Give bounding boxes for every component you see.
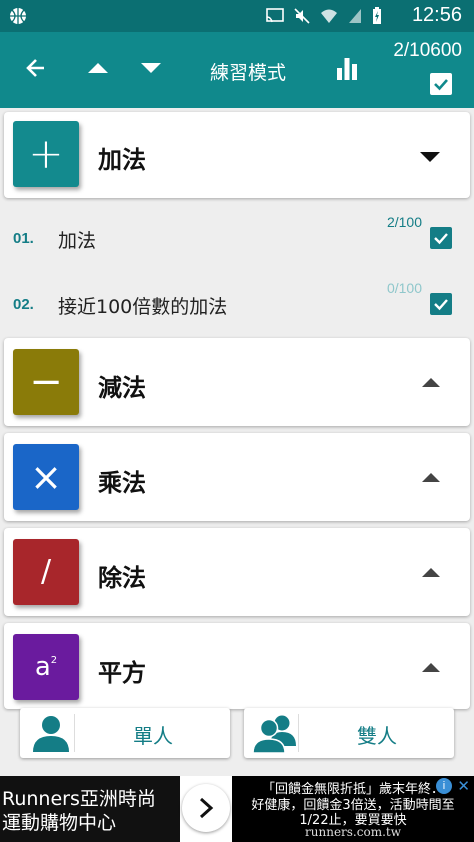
move-down-icon — [141, 63, 161, 73]
ad-url: runners.com.tw — [305, 825, 401, 839]
app-bar: 練習模式 2/10600 — [0, 32, 474, 108]
item-number: 02. — [13, 296, 34, 313]
item-progress: 0/100 — [386, 280, 422, 296]
category-square[interactable]: a2 平方 — [4, 623, 470, 709]
progress-counter: 2/10600 — [393, 40, 462, 61]
chevron-up-icon[interactable] — [422, 473, 440, 482]
divider — [74, 714, 75, 752]
chevron-up-icon[interactable] — [422, 568, 440, 577]
back-button[interactable] — [16, 48, 56, 88]
square-icon: a2 — [13, 634, 79, 700]
item-label: 接近100倍數的加法 — [58, 296, 228, 318]
stats-icon — [337, 58, 357, 80]
single-player-button[interactable]: 單人 — [20, 708, 230, 758]
mute-icon — [294, 8, 310, 24]
category-title: 平方 — [98, 659, 146, 687]
list-item[interactable]: 02. 接近100倍數的加法 0/100 — [0, 272, 474, 336]
basketball-icon — [10, 8, 26, 24]
stats-button[interactable] — [327, 48, 367, 88]
wifi-icon — [321, 9, 337, 23]
item-checkbox[interactable] — [430, 293, 452, 315]
select-all-checkbox[interactable] — [430, 73, 452, 95]
two-player-button[interactable]: 雙人 — [244, 708, 454, 758]
check-icon — [434, 233, 448, 245]
item-progress: 2/100 — [386, 214, 422, 230]
move-down-button[interactable] — [131, 48, 171, 88]
plus-icon: + — [13, 121, 79, 187]
chevron-down-icon[interactable] — [420, 152, 440, 162]
single-player-icon — [33, 716, 69, 752]
item-label: 加法 — [58, 230, 97, 252]
cast-icon — [266, 8, 284, 23]
move-up-button[interactable] — [78, 48, 118, 88]
multiply-icon: × — [13, 444, 79, 510]
battery-charging-icon — [373, 7, 381, 24]
chevron-up-icon[interactable] — [422, 663, 440, 672]
signal-icon — [349, 9, 361, 23]
check-icon — [434, 299, 448, 311]
list-item[interactable]: 01. 加法 2/100 — [0, 206, 474, 270]
info-icon[interactable]: i — [436, 778, 452, 794]
move-up-icon — [88, 63, 108, 73]
category-division[interactable]: / 除法 — [4, 528, 470, 616]
ad-open-button[interactable] — [182, 784, 230, 832]
status-time: 12:56 — [411, 4, 462, 26]
mode-label: 單人 — [133, 724, 173, 748]
category-title: 乘法 — [98, 469, 146, 497]
category-title: 除法 — [98, 564, 146, 592]
ad-body[interactable]: 「回饋金無限折抵」歲末年終． 好健康，回饋金3倍送，活動時間至 1/22止，要買… — [232, 776, 474, 842]
check-icon — [434, 79, 448, 91]
divide-icon: / — [13, 539, 79, 605]
item-checkbox[interactable] — [430, 227, 452, 249]
category-multiplication[interactable]: × 乘法 — [4, 433, 470, 521]
divider — [298, 714, 299, 752]
item-number: 01. — [13, 230, 34, 247]
ad-banner[interactable]: Runners亞洲時尚 運動購物中心 「回饋金無限折抵」歲末年終． 好健康，回饋… — [0, 776, 474, 842]
category-addition[interactable]: + 加法 — [4, 112, 470, 198]
ad-headline[interactable]: Runners亞洲時尚 運動購物中心 — [0, 776, 180, 842]
mode-label: 雙人 — [357, 724, 397, 748]
close-icon[interactable]: ✕ — [457, 777, 470, 795]
chevron-right-icon — [199, 797, 214, 819]
category-title: 加法 — [98, 146, 146, 174]
status-bar: 12:56 — [0, 0, 474, 32]
category-subtraction[interactable]: − 減法 — [4, 338, 470, 426]
ad-headline-line1: Runners亞洲時尚 — [2, 788, 156, 810]
back-icon — [26, 59, 44, 77]
page-title: 練習模式 — [209, 62, 286, 84]
ad-headline-line2: 運動購物中心 — [2, 812, 117, 834]
minus-icon: − — [13, 349, 79, 415]
category-title: 減法 — [98, 374, 146, 402]
two-players-icon — [252, 715, 296, 754]
chevron-up-icon[interactable] — [422, 378, 440, 387]
